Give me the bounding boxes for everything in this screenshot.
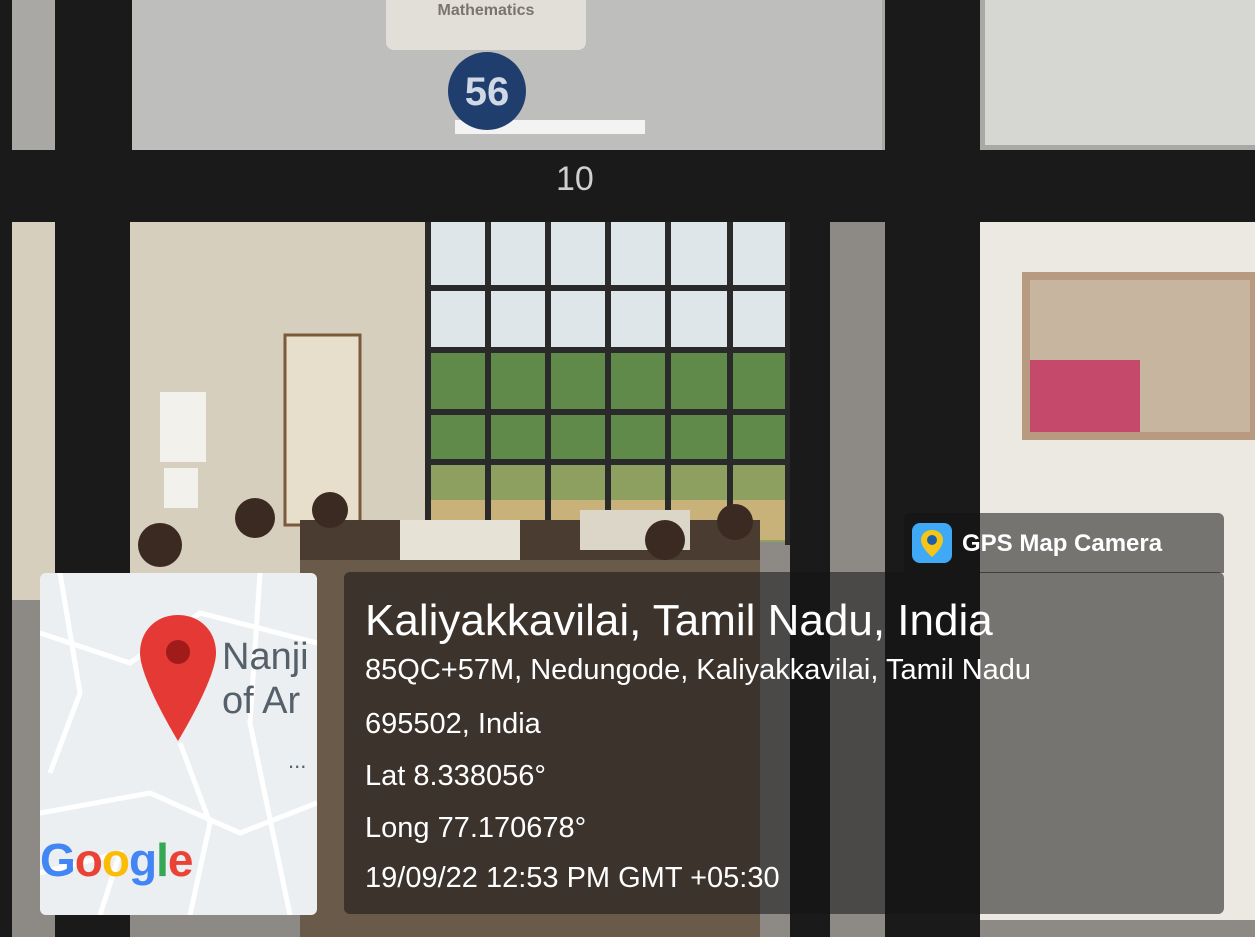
room-number-badge: 56 <box>448 52 526 130</box>
map-more-indicator: ... <box>288 748 307 773</box>
map-place-label-1: Nanji <box>222 636 309 678</box>
google-letter: g <box>129 834 157 886</box>
google-logo: Google <box>40 833 194 887</box>
google-letter: o <box>101 834 130 886</box>
latitude-text: Lat 8.338056° <box>365 760 546 792</box>
subject-sign: Mathematics <box>386 0 586 50</box>
place-title: Kaliyakkavilai, Tamil Nadu, India <box>365 596 993 645</box>
google-letter: o <box>74 834 103 886</box>
glass-marking: 10 <box>556 160 594 198</box>
map-pin-icon <box>140 615 216 741</box>
google-letter: l <box>156 834 169 886</box>
address-line-2: 695502, India <box>365 708 541 740</box>
brand-label: GPS Map Camera <box>962 530 1163 557</box>
datetime-text: 19/09/22 12:53 PM GMT +05:30 <box>365 862 780 894</box>
google-letter: G <box>40 834 76 886</box>
map-place-label-2: of Ar <box>222 680 301 722</box>
google-letter: e <box>167 834 194 886</box>
longitude-text: Long 77.170678° <box>365 812 587 844</box>
address-line-1: 85QC+57M, Nedungode, Kaliyakkavilai, Tam… <box>365 654 1032 686</box>
location-pin-icon <box>912 523 952 563</box>
